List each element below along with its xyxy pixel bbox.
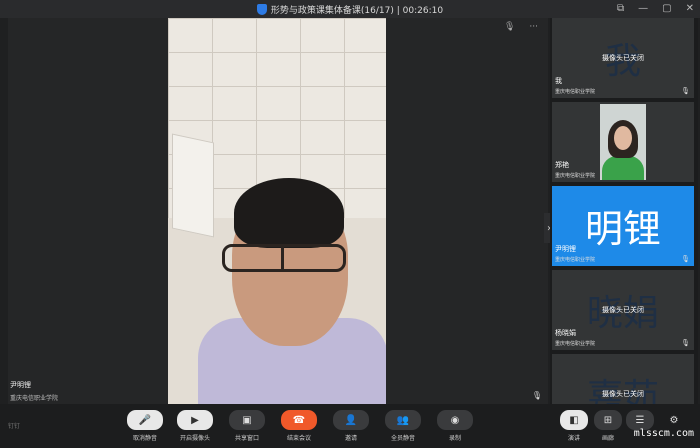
participant-org: 重庆电信职业学院 (555, 341, 596, 347)
main-participant-org: 重庆电信职业学院 (10, 395, 59, 402)
button-label: 取消静音 (132, 435, 157, 442)
record-icon: ◉ (437, 410, 473, 430)
main-mic-icon: 🎙 (531, 391, 542, 400)
mic-off-icon: 🎤 (127, 410, 163, 430)
invite-button[interactable]: 👤 邀请 (326, 410, 376, 442)
camera-icon: ▶ (177, 410, 213, 430)
mic-icon: 🎙 (681, 255, 690, 263)
camera-button[interactable]: ▶ 开启摄像头 (170, 410, 220, 442)
settings-icon: ⚙ (669, 414, 679, 426)
button-label: 全员静音 (390, 435, 415, 442)
main-video-area[interactable]: 🎙 ··· 尹明锂 重庆电信职业学院 🎙 › (8, 18, 554, 404)
main-participant-name: 尹明锂 (10, 381, 31, 389)
button-label: 画廊 (601, 435, 614, 442)
share-icon: ▣ (229, 410, 265, 430)
popout-icon[interactable]: ⧉ (617, 3, 624, 14)
share-window-button[interactable]: ▣ 共享窗口 (222, 410, 272, 442)
hangup-icon: ☎ (281, 410, 317, 430)
mute-all-button[interactable]: 👥 全员静音 (378, 410, 428, 442)
more-icon[interactable]: ··· (529, 22, 538, 32)
maximize-icon[interactable]: ▢ (662, 3, 671, 14)
mic-icon: 🎙 (681, 339, 690, 347)
participant-org: 重庆电信职业学院 (555, 257, 596, 263)
button-label: 开启摄像头 (179, 435, 210, 442)
mic-icon: 🎙 (681, 87, 690, 95)
button-label: 录制 (448, 435, 461, 442)
participant-name: 杨晓娟 (555, 329, 576, 337)
participant-name: 郑艳 (555, 161, 569, 169)
person-hair (234, 178, 344, 248)
invite-icon: 👤 (333, 410, 369, 430)
settings-button[interactable]: ⚙ (652, 410, 696, 430)
brand-label: 钉钉 (8, 423, 21, 430)
button-label: 邀请 (344, 435, 357, 442)
close-icon[interactable]: ✕ (686, 3, 694, 14)
end-meeting-button[interactable]: ☎ 结束会议 (274, 410, 324, 442)
participant-tile[interactable]: 晓娟 摄像头已关闭 杨晓娟 重庆电信职业学院 🎙 (552, 270, 694, 350)
participant-video-thumb (600, 104, 646, 180)
main-video-feed (168, 18, 386, 404)
participant-org: 重庆电信职业学院 (555, 173, 596, 179)
window-title: 形势与政策课集体备课(16/17) | 00:26:10 (270, 5, 444, 16)
participant-tile-active[interactable]: 明锂 尹明锂 重庆电信职业学院 🎙 (552, 186, 694, 266)
title-bar: 形势与政策课集体备课(16/17) | 00:26:10 ⧉ — ▢ ✕ (0, 0, 700, 18)
camera-status: 摄像头已关闭 (602, 390, 644, 398)
record-button[interactable]: ◉ 录制 (430, 410, 480, 442)
list-icon: ☰ (626, 410, 654, 430)
mute-all-icon: 👥 (385, 410, 421, 430)
person-glasses (222, 244, 346, 272)
participant-name: 我 (555, 77, 562, 85)
minimize-icon[interactable]: — (638, 3, 648, 14)
button-label: 共享窗口 (234, 435, 259, 442)
watermark: mlsscm.com (633, 428, 694, 439)
unmute-button[interactable]: 🎤 取消静音 (120, 410, 170, 442)
button-label: 演讲 (567, 435, 580, 442)
participant-org: 重庆电信职业学院 (555, 89, 596, 95)
meeting-toolbar: 钉钉 🎤 取消静音 ▶ 开启摄像头 ▣ 共享窗口 ☎ 结束会议 👤 邀请 👥 全… (0, 404, 700, 448)
participant-tile[interactable]: 我 摄像头已关闭 我 重庆电信职业学院 🎙 (552, 18, 694, 98)
participant-tile[interactable]: 嘉茹 摄像头已关闭 (552, 354, 694, 404)
participant-name: 尹明锂 (555, 245, 576, 253)
button-label: 结束会议 (286, 435, 311, 442)
participant-sidebar[interactable]: 我 摄像头已关闭 我 重庆电信职业学院 🎙 郑艳 重庆电信职业学院 明锂 尹明锂… (550, 18, 698, 404)
mic-icon[interactable]: 🎙 (504, 22, 515, 32)
camera-status: 摄像头已关闭 (602, 54, 644, 62)
camera-status: 摄像头已关闭 (602, 306, 644, 314)
air-conditioner (172, 133, 214, 238)
shield-icon (256, 3, 267, 15)
participant-tile[interactable]: 郑艳 重庆电信职业学院 (552, 102, 694, 182)
